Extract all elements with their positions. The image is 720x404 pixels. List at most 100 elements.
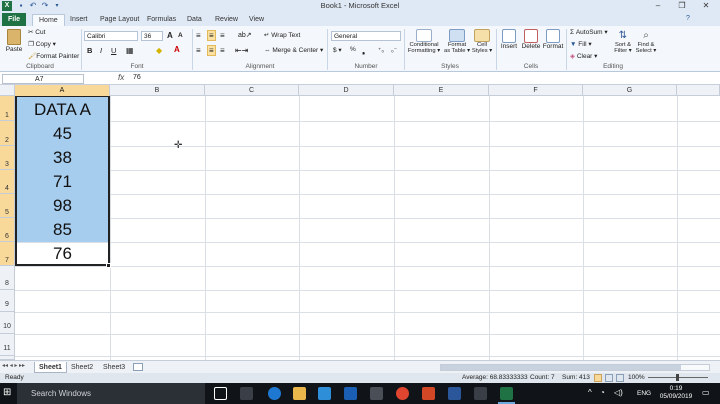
edge-browser-icon[interactable] bbox=[268, 387, 281, 400]
tab-review[interactable]: Review bbox=[209, 14, 244, 26]
row-header-7[interactable]: 7 bbox=[0, 242, 15, 266]
align-bottom-icon[interactable]: ≡ bbox=[220, 31, 225, 40]
find-select-button[interactable]: ⌕ Find & Select ▾ bbox=[634, 29, 658, 54]
row-header-6[interactable]: 6 bbox=[0, 218, 15, 242]
powerpoint-icon[interactable] bbox=[422, 387, 435, 400]
cell-a2[interactable]: 45 bbox=[15, 123, 110, 145]
row-header-8[interactable]: 8 bbox=[0, 266, 15, 290]
comma-button[interactable]: ❟ bbox=[362, 46, 365, 56]
app-icon-2[interactable] bbox=[370, 387, 383, 400]
align-top-icon[interactable]: ≡ bbox=[196, 31, 201, 40]
close-button[interactable]: ✕ bbox=[696, 0, 716, 12]
row-header-4[interactable]: 4 bbox=[0, 170, 15, 194]
cell-styles-button[interactable]: Cell Styles ▾ bbox=[471, 29, 493, 54]
indent-icon[interactable]: ⇤⇥ bbox=[235, 46, 248, 55]
formula-input[interactable]: 76 bbox=[133, 74, 141, 81]
clock[interactable]: 0:19 05/09/2019 bbox=[656, 385, 696, 401]
sheet-tab-1[interactable]: Sheet1 bbox=[34, 362, 67, 373]
cell-a6[interactable]: 85 bbox=[15, 219, 110, 241]
autosum-button[interactable]: Σ AutoSum ▾ bbox=[570, 28, 608, 36]
row-header-5[interactable]: 5 bbox=[0, 194, 15, 218]
row-header-9[interactable]: 9 bbox=[0, 290, 15, 312]
row-header-10[interactable]: 10 bbox=[0, 312, 15, 334]
restore-button[interactable]: ❐ bbox=[672, 0, 692, 12]
tab-insert[interactable]: Insert bbox=[64, 14, 94, 26]
underline-button[interactable]: U bbox=[111, 46, 116, 55]
align-left-icon[interactable]: ≡ bbox=[196, 46, 201, 55]
shrink-font-button[interactable]: A bbox=[178, 32, 183, 39]
app-icon-3[interactable] bbox=[474, 387, 487, 400]
word-icon[interactable] bbox=[448, 387, 461, 400]
zoom-slider-thumb[interactable] bbox=[676, 374, 679, 381]
cell-a3[interactable]: 38 bbox=[15, 147, 110, 169]
notifications-icon[interactable]: ▭ bbox=[702, 388, 710, 397]
mail-icon[interactable] bbox=[344, 387, 357, 400]
tab-data[interactable]: Data bbox=[181, 14, 208, 26]
page-break-view-icon[interactable] bbox=[616, 374, 624, 382]
tab-formulas[interactable]: Formulas bbox=[141, 14, 182, 26]
taskbar-search[interactable]: Search Windows bbox=[17, 383, 205, 404]
sheet-tab-2[interactable]: Sheet2 bbox=[67, 362, 97, 373]
help-icon[interactable]: ? bbox=[686, 15, 690, 22]
scrollbar-thumb[interactable] bbox=[441, 365, 681, 370]
percent-button[interactable]: % bbox=[350, 46, 356, 53]
insert-cells-button[interactable]: Insert bbox=[499, 29, 519, 50]
cell-a5[interactable]: 98 bbox=[15, 195, 110, 217]
paste-button[interactable]: Paste bbox=[3, 29, 25, 53]
page-layout-view-icon[interactable] bbox=[605, 374, 613, 382]
row-header-11[interactable]: 11 bbox=[0, 334, 15, 356]
minimize-button[interactable]: – bbox=[648, 0, 668, 12]
italic-button[interactable]: I bbox=[100, 46, 102, 55]
fill-button[interactable]: ▼ Fill ▾ bbox=[570, 40, 592, 48]
clear-button[interactable]: ◈ Clear ▾ bbox=[570, 52, 597, 60]
column-header-a[interactable]: A bbox=[15, 85, 110, 96]
increase-decimal-icon[interactable]: ⁺₀ bbox=[378, 46, 384, 54]
redo-icon[interactable]: ↷ bbox=[40, 1, 50, 11]
save-icon[interactable]: ▪ bbox=[16, 1, 26, 11]
file-explorer-icon[interactable] bbox=[293, 387, 306, 400]
format-as-table-button[interactable]: Format as Table ▾ bbox=[444, 29, 470, 54]
bold-button[interactable]: B bbox=[87, 46, 92, 55]
task-view-icon[interactable] bbox=[214, 387, 227, 400]
quick-access-dropdown-icon[interactable]: ▾ bbox=[52, 1, 62, 11]
volume-icon[interactable]: ◁) bbox=[614, 388, 623, 397]
currency-button[interactable]: $ ▾ bbox=[333, 46, 342, 54]
cell-a7[interactable]: 76 bbox=[15, 243, 110, 265]
tab-view[interactable]: View bbox=[243, 14, 270, 26]
sheet-nav-icon[interactable]: ◂◂ ◂ ▸ ▸▸ bbox=[2, 362, 25, 369]
store-icon[interactable] bbox=[318, 387, 331, 400]
undo-icon[interactable]: ↶ bbox=[28, 1, 38, 11]
orientation-icon[interactable]: ab↗ bbox=[238, 31, 252, 39]
column-header-e[interactable]: E bbox=[394, 85, 489, 96]
format-cells-button[interactable]: Format bbox=[542, 29, 564, 50]
borders-icon[interactable]: ▦ bbox=[126, 46, 134, 55]
row-header-1[interactable]: 1 bbox=[0, 96, 15, 121]
column-header-g[interactable]: G bbox=[583, 85, 677, 96]
tab-file[interactable]: File bbox=[2, 13, 27, 26]
cut-button[interactable]: ✂ Cut bbox=[28, 28, 45, 36]
horizontal-scrollbar[interactable] bbox=[440, 364, 710, 371]
chrome-icon[interactable] bbox=[396, 387, 409, 400]
sheet-tab-3[interactable]: Sheet3 bbox=[99, 362, 129, 373]
tray-chevron-icon[interactable]: ^ bbox=[588, 388, 592, 397]
tab-home[interactable]: Home bbox=[32, 14, 65, 26]
excel-taskbar-icon[interactable] bbox=[500, 387, 513, 400]
sort-filter-button[interactable]: ⇅ Sort & Filter ▾ bbox=[612, 29, 634, 54]
font-color-icon[interactable]: A bbox=[174, 45, 180, 54]
normal-view-icon[interactable] bbox=[594, 374, 602, 382]
decrease-decimal-icon[interactable]: ₀⁻ bbox=[391, 46, 397, 54]
copy-button[interactable]: ❐ Copy ▾ bbox=[28, 40, 56, 48]
column-header-c[interactable]: C bbox=[205, 85, 299, 96]
grow-font-button[interactable]: A bbox=[167, 31, 173, 40]
windows-start-icon[interactable]: ⊞ bbox=[3, 388, 11, 398]
language-indicator[interactable]: ENG bbox=[637, 390, 651, 397]
column-header-b[interactable]: B bbox=[110, 85, 205, 96]
format-painter-button[interactable]: 🖌Format Painter bbox=[28, 52, 79, 60]
select-all-corner[interactable] bbox=[0, 85, 15, 96]
font-name-box[interactable]: Calibri bbox=[84, 31, 138, 41]
number-format-box[interactable]: General bbox=[331, 31, 401, 41]
align-middle-icon[interactable]: ≡ bbox=[207, 30, 216, 41]
delete-cells-button[interactable]: Delete bbox=[521, 29, 541, 50]
insert-function-button[interactable]: fx bbox=[118, 73, 124, 82]
conditional-formatting-button[interactable]: Conditional Formatting ▾ bbox=[406, 29, 442, 54]
